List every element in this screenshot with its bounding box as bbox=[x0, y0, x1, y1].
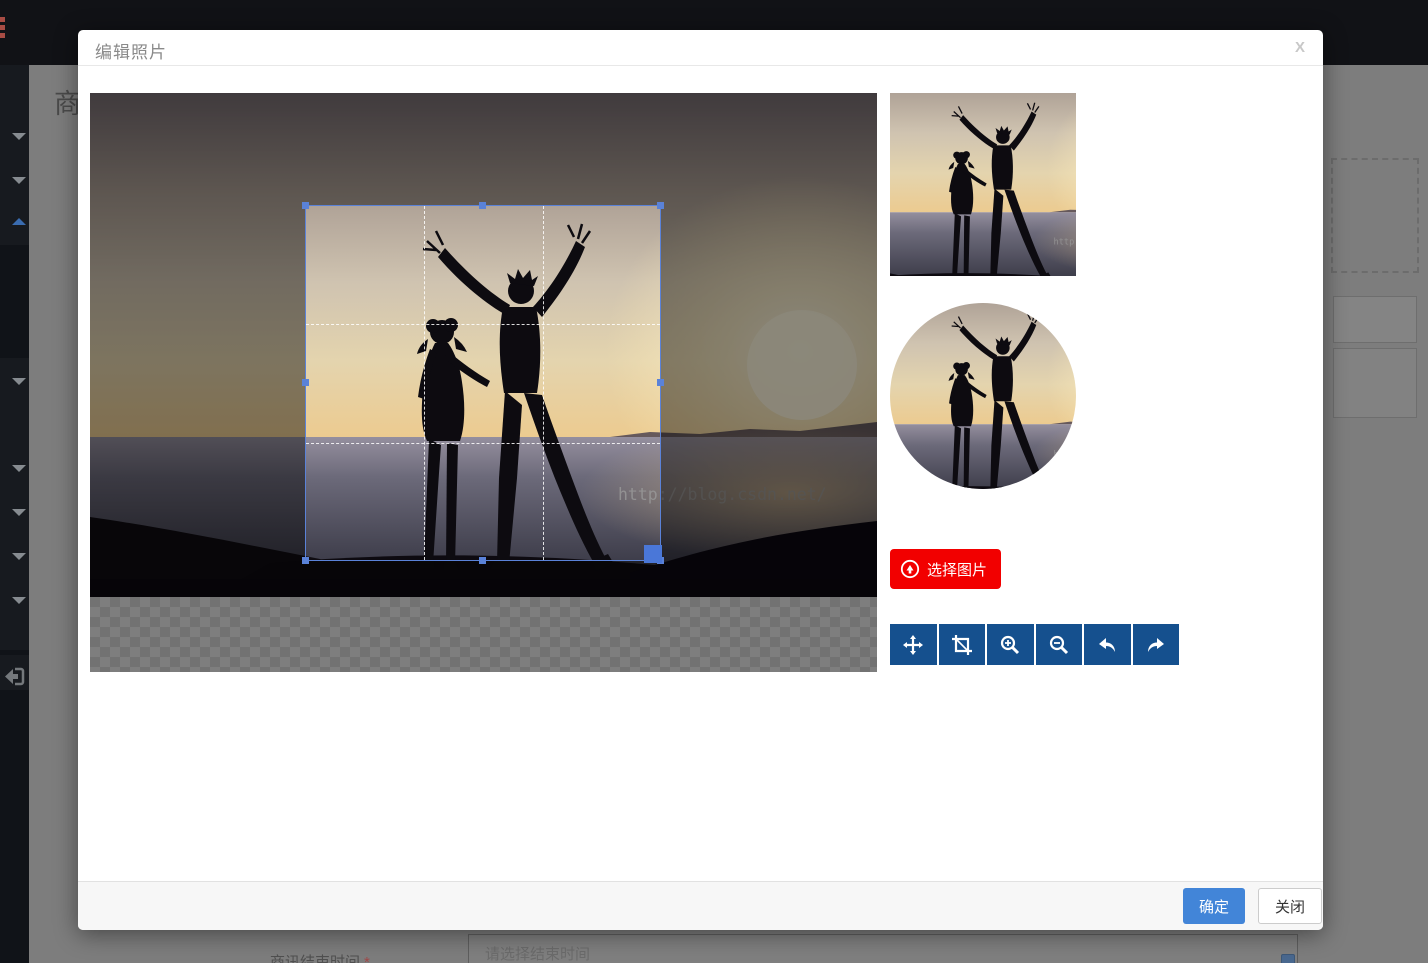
close-button[interactable]: 关闭 bbox=[1257, 888, 1322, 924]
chevron-down-icon[interactable] bbox=[12, 509, 26, 516]
chevron-down-icon[interactable] bbox=[12, 133, 26, 140]
crop-icon bbox=[951, 634, 972, 655]
dialog-title: 编辑照片 bbox=[95, 43, 167, 62]
upload-dropzone[interactable] bbox=[1331, 158, 1419, 273]
move-icon bbox=[903, 634, 924, 655]
edit-photo-dialog: 编辑照片 X 选择图片 确定 关闭 bbox=[78, 30, 1323, 930]
chevron-down-icon[interactable] bbox=[12, 378, 26, 385]
crop-resize-handle[interactable] bbox=[644, 545, 662, 563]
thirds-gridline bbox=[306, 324, 660, 325]
crop-handle[interactable] bbox=[302, 557, 309, 564]
thirds-gridline bbox=[424, 206, 425, 560]
undo-icon bbox=[1099, 637, 1116, 652]
sidebar-section bbox=[0, 358, 29, 650]
undo-tool-button[interactable] bbox=[1084, 624, 1133, 665]
thirds-gridline bbox=[543, 206, 544, 560]
thirds-gridline bbox=[306, 443, 660, 444]
end-time-input[interactable] bbox=[468, 934, 1298, 963]
crop-handle[interactable] bbox=[657, 202, 664, 209]
chevron-down-icon[interactable] bbox=[12, 597, 26, 604]
confirm-button[interactable]: 确定 bbox=[1182, 888, 1245, 924]
circle-preview bbox=[890, 303, 1076, 489]
zoom-in-icon bbox=[1001, 635, 1020, 654]
upload-circle-icon bbox=[900, 559, 920, 579]
zoom-in-tool-button[interactable] bbox=[987, 624, 1036, 665]
crop-selection[interactable] bbox=[302, 202, 664, 564]
crop-handle[interactable] bbox=[657, 379, 664, 386]
app-sidebar bbox=[0, 65, 29, 963]
square-preview bbox=[890, 93, 1076, 276]
photo-editor-canvas[interactable] bbox=[90, 93, 877, 672]
transparency-checkerboard bbox=[90, 597, 877, 672]
background-panel bbox=[1333, 348, 1417, 418]
dialog-header: 编辑照片 X bbox=[78, 30, 1323, 66]
crop-tool-button[interactable] bbox=[939, 624, 987, 665]
end-time-label: 商讯结束时间 * bbox=[270, 951, 370, 963]
zoom-out-tool-button[interactable] bbox=[1036, 624, 1084, 665]
crop-handle[interactable] bbox=[302, 202, 309, 209]
crop-handle[interactable] bbox=[479, 557, 486, 564]
move-tool-button[interactable] bbox=[890, 624, 939, 665]
logout-icon[interactable] bbox=[4, 665, 25, 693]
chevron-down-icon[interactable] bbox=[12, 177, 26, 184]
zoom-out-icon bbox=[1049, 635, 1068, 654]
select-image-button[interactable]: 选择图片 bbox=[890, 549, 1002, 589]
chevron-up-icon[interactable] bbox=[12, 218, 26, 225]
close-icon[interactable]: X bbox=[1295, 39, 1305, 56]
dialog-footer: 确定 关闭 bbox=[78, 881, 1323, 930]
background-panel bbox=[1333, 296, 1417, 343]
chevron-down-icon[interactable] bbox=[12, 553, 26, 560]
required-asterisk: * bbox=[364, 954, 370, 963]
crop-handle[interactable] bbox=[479, 202, 486, 209]
calendar-icon[interactable] bbox=[1281, 954, 1295, 963]
chevron-down-icon[interactable] bbox=[12, 465, 26, 472]
redo-tool-button[interactable] bbox=[1133, 624, 1180, 665]
editor-toolbar bbox=[890, 624, 1179, 665]
logo-icon bbox=[0, 17, 5, 39]
redo-icon bbox=[1147, 637, 1164, 652]
crop-handle[interactable] bbox=[302, 379, 309, 386]
